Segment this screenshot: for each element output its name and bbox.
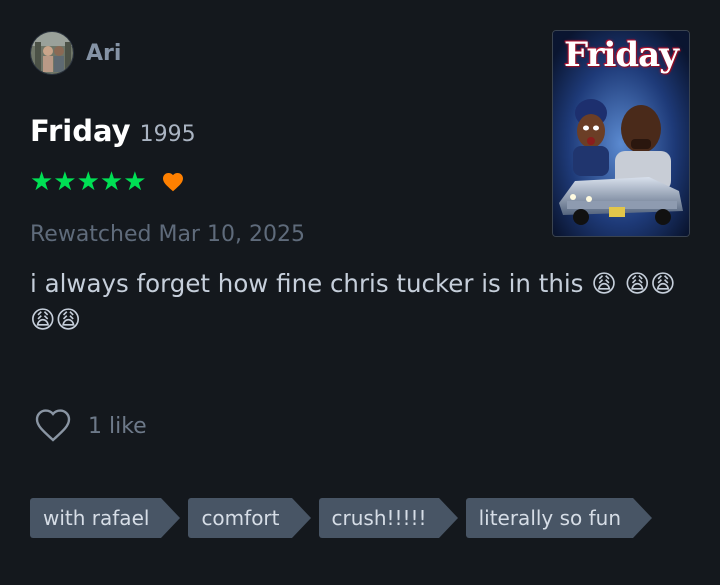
film-poster[interactable]: Friday (552, 30, 690, 237)
review-text: i always forget how fine chris tucker is… (30, 269, 676, 334)
username[interactable]: Ari (86, 41, 121, 66)
film-title[interactable]: Friday (30, 114, 131, 148)
poster-title: Friday (564, 35, 679, 75)
watched-date: Rewatched Mar 10, 2025 (30, 222, 305, 247)
tag-with-rafael[interactable]: with rafael (30, 498, 181, 538)
heart-filled-icon (162, 173, 183, 192)
like-row: 1 like (34, 408, 147, 444)
avatar[interactable] (30, 31, 74, 75)
tag-crush[interactable]: crush!!!!! (318, 498, 458, 538)
avatar-image (31, 32, 73, 74)
film-heading: Friday 1995 (30, 114, 196, 148)
star-rating: ★★★★★ (30, 167, 147, 197)
heart-outline-icon[interactable] (34, 409, 72, 443)
film-year[interactable]: 1995 (140, 122, 196, 147)
tag-list: with rafael comfort crush!!!!! literally… (30, 498, 660, 538)
rating-row: ★★★★★ (30, 168, 185, 196)
like-count[interactable]: 1 like (88, 414, 147, 439)
tag-comfort[interactable]: comfort (188, 498, 311, 538)
tag-literally-so-fun[interactable]: literally so fun (465, 498, 653, 538)
user-row[interactable]: Ari (30, 30, 121, 76)
review-page: Ari Friday Friday 1995 ★★★★★ Rewatched M… (0, 0, 720, 585)
